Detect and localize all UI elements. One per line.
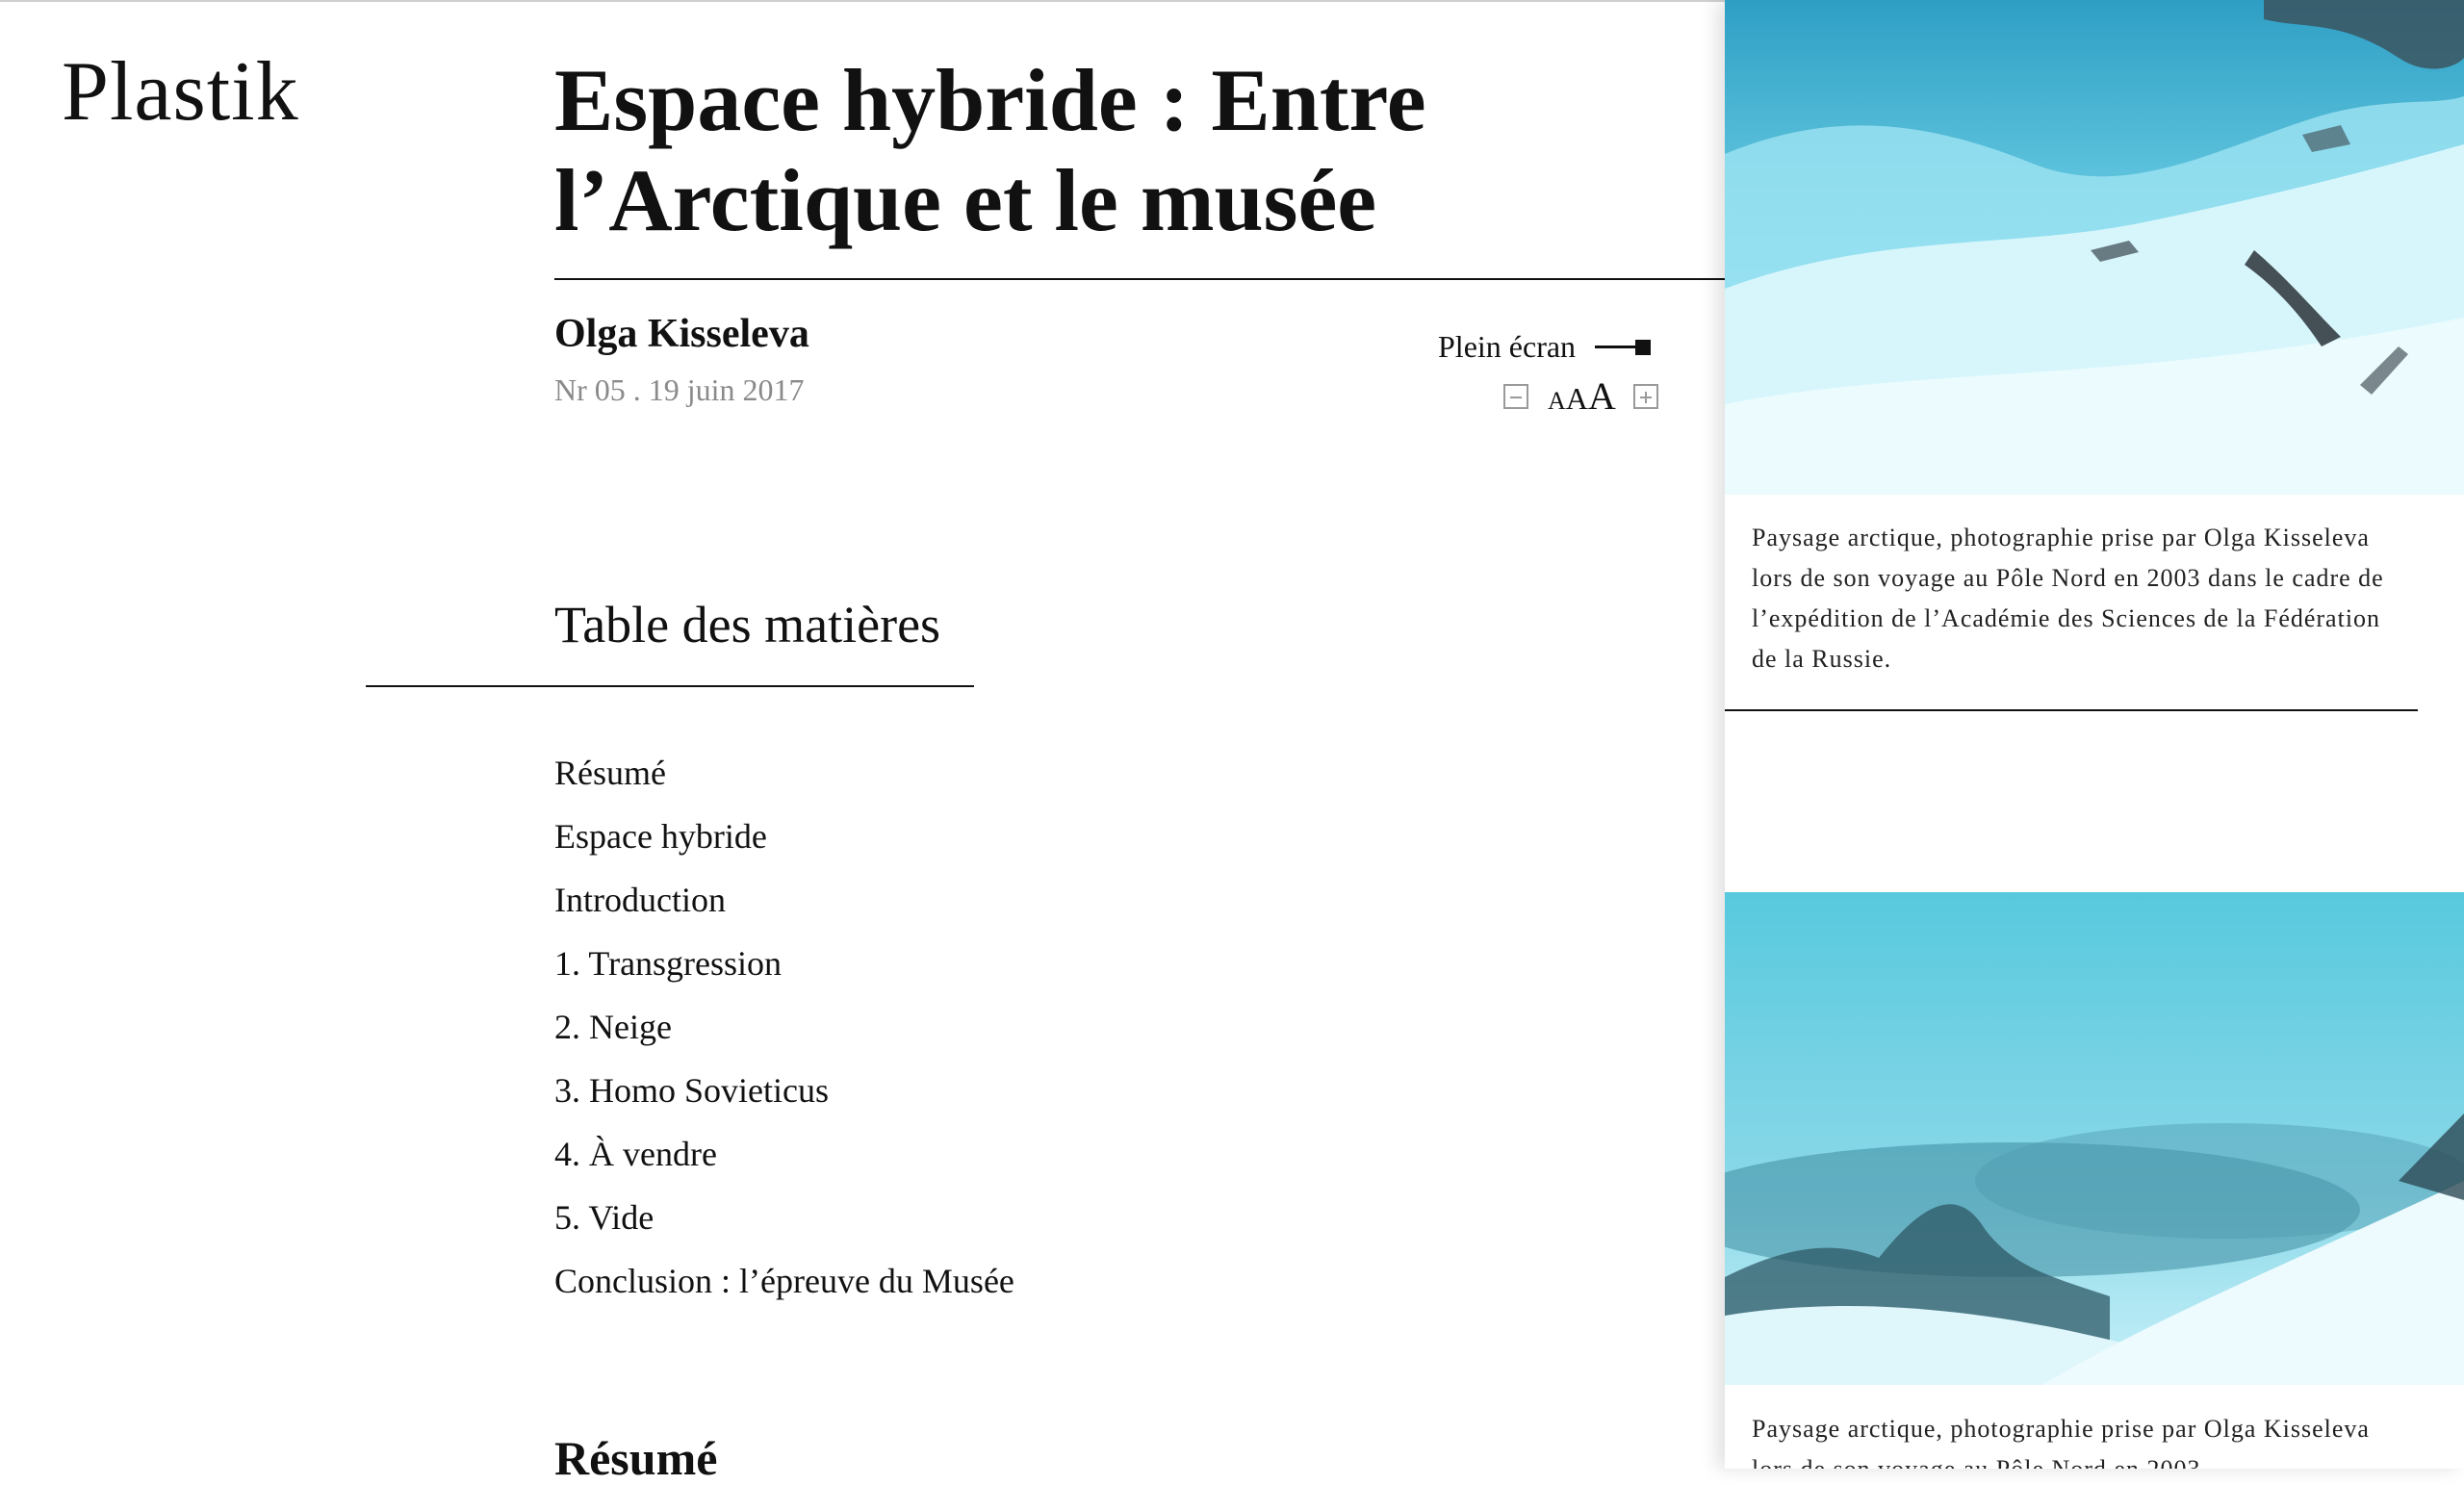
font-size-large[interactable]: A [1588, 373, 1616, 419]
toc-item-conclusion[interactable]: Conclusion : l’épreuve du Musée [554, 1249, 1014, 1313]
font-size-small[interactable]: A [1548, 387, 1566, 416]
image-panel[interactable]: Paysage arctique, photographie prise par… [1725, 0, 2464, 1469]
toc-list: Résumé Espace hybride Introduction 1. Tr… [554, 741, 1014, 1313]
font-size-controls: A A A [1503, 373, 1658, 419]
article-author[interactable]: Olga Kisseleva [554, 314, 809, 354]
fullscreen-icon [1595, 339, 1652, 355]
toc-item-resume[interactable]: Résumé [554, 741, 1014, 805]
toc-heading: Table des matières [554, 596, 941, 653]
arctic-photo-1[interactable] [1725, 0, 2464, 495]
font-size-options: A A A [1548, 373, 1616, 419]
section-title-resume: Résumé [554, 1431, 718, 1485]
fullscreen-label: Plein écran [1438, 329, 1577, 364]
decrease-font-button[interactable] [1503, 383, 1528, 409]
site-logo[interactable]: Plastik [62, 50, 299, 135]
font-size-medium[interactable]: A [1566, 381, 1588, 417]
toc-item-espace-hybride[interactable]: Espace hybride [554, 805, 1014, 868]
article-meta: Nr 05 . 19 juin 2017 [554, 372, 805, 407]
fullscreen-toggle[interactable]: Plein écran [1438, 329, 1652, 365]
toc-item-homo-sovieticus[interactable]: 3. Homo Sovieticus [554, 1059, 1014, 1122]
toc-item-transgression[interactable]: 1. Transgression [554, 932, 1014, 995]
caption-divider [1725, 709, 2418, 711]
toc-item-a-vendre[interactable]: 4. À vendre [554, 1122, 1014, 1186]
toc-item-neige[interactable]: 2. Neige [554, 995, 1014, 1059]
toc-item-vide[interactable]: 5. Vide [554, 1186, 1014, 1249]
toc-divider [366, 685, 974, 687]
toc-item-introduction[interactable]: Introduction [554, 868, 1014, 932]
photo-caption-1: Paysage arctique, photographie prise par… [1752, 524, 2384, 673]
photo-caption-2: Paysage arctique, photographie prise par… [1752, 1415, 2370, 1469]
increase-font-button[interactable] [1632, 383, 1658, 409]
title-divider [554, 278, 1725, 280]
article-title: Espace hybride : Entre l’Arctique et le … [554, 51, 1426, 249]
arctic-photo-2[interactable] [1725, 892, 2464, 1385]
